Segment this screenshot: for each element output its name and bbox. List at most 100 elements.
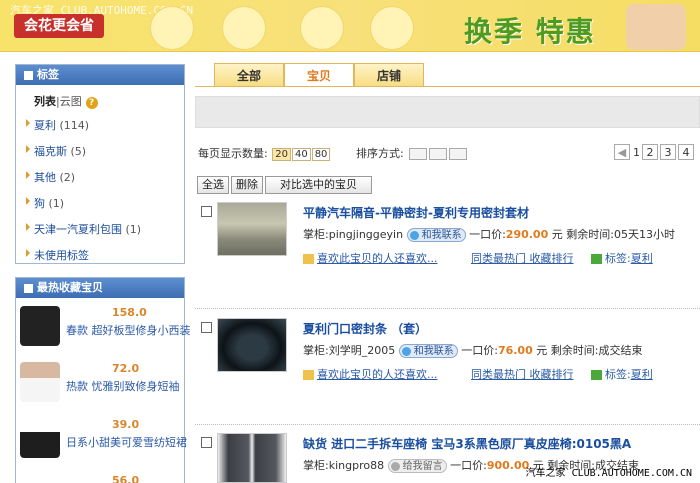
favorite-title[interactable]: 春款 超好板型修身小西装 xyxy=(66,322,191,338)
tag-item[interactable]: 福克斯 (5) xyxy=(16,139,184,165)
per-page-control: 每页显示数量: 20 40 80 xyxy=(198,145,331,161)
prev-page-icon[interactable]: ◀ xyxy=(614,144,630,160)
item-tag-link[interactable]: 夏利 xyxy=(631,252,653,265)
tab-divider xyxy=(195,86,700,87)
item-price: 76.00 xyxy=(497,344,533,357)
like-link[interactable]: 喜欢此宝贝的人还喜欢... xyxy=(317,252,438,265)
pagination: ◀ 1 2 3 4 xyxy=(612,144,694,160)
tag-item[interactable]: 未使用标签 xyxy=(16,243,184,269)
favorites-panel-title: 最热收藏宝贝 xyxy=(37,281,103,294)
seal-strip-thumbnail[interactable] xyxy=(217,318,287,372)
message-button[interactable]: 给我留言 xyxy=(387,459,447,473)
jacket-thumbnail[interactable] xyxy=(20,306,60,346)
tags-panel-header: 标签 xyxy=(16,65,184,85)
item-links: 喜欢此宝贝的人还喜欢... 同类最热门 收藏排行 标签:夏利 xyxy=(303,366,653,382)
per-page-40[interactable]: 40 xyxy=(291,148,311,161)
tag-view-switch: 列表|云图 ? xyxy=(16,85,184,113)
item-title[interactable]: 平静汽车隔音-平静密封-夏利专用密封套材 xyxy=(303,204,529,221)
item-price: 290.00 xyxy=(505,228,549,241)
top-banner[interactable]: 汽车之家 CLUB.AUTOHOME.COM.CN 会花更会省 换季 特惠 xyxy=(0,0,700,52)
page-current: 1 xyxy=(633,146,640,159)
view-cloud-link[interactable]: 云图 xyxy=(60,95,82,108)
tag-item[interactable]: 其他 (2) xyxy=(16,165,184,191)
delete-button[interactable]: 删除 xyxy=(231,176,263,194)
sort-popular-icon[interactable] xyxy=(449,148,468,160)
tab-shops[interactable]: 店铺 xyxy=(354,63,424,87)
favorite-price: 158.0 xyxy=(112,306,147,319)
triangle-icon xyxy=(26,119,30,127)
item-row: 夏利门口密封条 （套） 掌柜:刘学明_2005 和我联系 一口价:76.00 元… xyxy=(195,318,700,398)
promo-title[interactable]: 换季 特惠 xyxy=(464,10,596,50)
triangle-icon xyxy=(26,145,30,153)
tags-panel-title: 标签 xyxy=(37,68,59,81)
help-icon[interactable]: ? xyxy=(85,97,98,109)
item-checkbox[interactable] xyxy=(201,437,212,448)
per-page-80[interactable]: 80 xyxy=(311,148,331,161)
page-link[interactable]: 4 xyxy=(678,144,694,160)
brand-logo[interactable]: 会花更会省 xyxy=(14,14,104,38)
seller-name[interactable]: pingjinggeyin xyxy=(329,228,403,241)
favorite-item[interactable]: 56.0 xyxy=(16,466,184,483)
favorite-title[interactable]: 热款 忧雅别致修身短袖 xyxy=(66,378,180,394)
panel-icon xyxy=(24,283,33,293)
product-circle-icon[interactable] xyxy=(150,6,194,50)
chat-icon xyxy=(390,462,400,471)
flag-icon xyxy=(303,370,314,380)
like-link[interactable]: 喜欢此宝贝的人还喜欢... xyxy=(317,368,438,381)
seller-name[interactable]: kingpro88 xyxy=(329,459,384,472)
contact-button[interactable]: 和我联系 xyxy=(398,344,458,358)
chat-icon xyxy=(401,347,411,356)
compare-button[interactable]: 对比选中的宝贝 xyxy=(265,176,372,194)
favorite-item[interactable]: 158.0 春款 超好板型修身小西装 xyxy=(16,298,191,354)
sort-price-icon[interactable] xyxy=(429,148,448,160)
tag-item[interactable]: 狗 (1) xyxy=(16,191,184,217)
seller-name[interactable]: 刘学明_2005 xyxy=(329,344,396,357)
skirt-thumbnail[interactable] xyxy=(20,418,60,458)
favorite-price: 39.0 xyxy=(112,418,140,431)
seat-thumbnail[interactable] xyxy=(217,433,287,483)
sort-time-icon[interactable] xyxy=(409,148,428,160)
select-all-button[interactable]: 全选 xyxy=(197,176,229,194)
favorite-item[interactable]: 72.0 热款 忧雅别致修身短袖 xyxy=(16,354,184,410)
tag-icon xyxy=(591,254,602,264)
item-title[interactable]: 夏利门口密封条 （套） xyxy=(303,320,427,337)
plush-toy-icon[interactable] xyxy=(300,6,344,50)
favorites-panel-header: 最热收藏宝贝 xyxy=(16,278,184,298)
time-left: 成交结束 xyxy=(598,344,643,357)
favorite-price: 72.0 xyxy=(112,362,140,375)
item-checkbox[interactable] xyxy=(201,322,212,333)
contact-button[interactable]: 和我联系 xyxy=(406,228,466,242)
model-image xyxy=(626,4,686,50)
tags-panel: 标签 列表|云图 ? 夏利 (114) 福克斯 (5) 其他 (2) 狗 (1)… xyxy=(15,64,185,264)
tag-item[interactable]: 天津一汽夏利包围 (1) xyxy=(16,217,184,243)
page-link[interactable]: 3 xyxy=(660,144,676,160)
shoes-icon[interactable] xyxy=(370,6,414,50)
favorite-item[interactable]: 39.0 日系小甜美可爱雪纺短裙 xyxy=(16,410,187,466)
triangle-icon xyxy=(26,197,30,205)
tshirt-thumbnail[interactable] xyxy=(20,362,60,402)
time-left: 05天13小时 xyxy=(613,228,675,241)
handbag-icon[interactable] xyxy=(222,6,266,50)
hot-rank-link[interactable]: 同类最热门 收藏排行 xyxy=(471,368,574,381)
triangle-icon xyxy=(26,249,30,257)
sort-label: 排序方式: xyxy=(356,147,404,160)
car-thumbnail[interactable] xyxy=(217,202,287,256)
per-page-20[interactable]: 20 xyxy=(272,148,291,161)
tab-items[interactable]: 宝贝 xyxy=(284,63,354,87)
tab-all[interactable]: 全部 xyxy=(214,63,284,87)
tag-item[interactable]: 夏利 (114) xyxy=(16,113,184,139)
page-link[interactable]: 2 xyxy=(642,144,658,160)
item-title[interactable]: 缺货 进口二手拆车座椅 宝马3系黑色原厂真皮座椅:0105黑A xyxy=(303,435,631,452)
per-page-label: 每页显示数量: xyxy=(198,147,268,160)
sort-control: 排序方式: xyxy=(356,145,468,161)
item-tag-link[interactable]: 夏利 xyxy=(631,368,653,381)
item-checkbox[interactable] xyxy=(201,206,212,217)
tag-icon xyxy=(591,370,602,380)
chat-icon xyxy=(409,231,419,240)
flag-icon xyxy=(303,254,314,264)
item-meta: 掌柜:pingjinggeyin 和我联系 一口价:290.00 元 剩余时间:… xyxy=(303,228,675,242)
favorite-price: 56.0 xyxy=(112,474,140,483)
hot-rank-link[interactable]: 同类最热门 收藏排行 xyxy=(471,252,574,265)
favorite-title[interactable]: 日系小甜美可爱雪纺短裙 xyxy=(66,434,187,450)
view-list-link[interactable]: 列表 xyxy=(34,95,56,108)
